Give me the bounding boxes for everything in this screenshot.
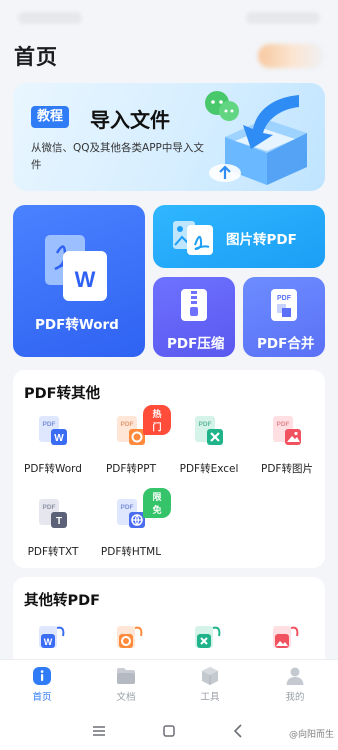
pdf-to-image-icon: PDF [273, 416, 301, 445]
zip-file-icon [181, 289, 207, 321]
user-icon [286, 667, 304, 685]
nav-label: 我的 [285, 692, 305, 703]
nav-item-home[interactable]: 首页 [17, 666, 67, 703]
banner-subtitle: 从微信、QQ及其他各类APP中导入文件 [31, 142, 204, 171]
watermark-text: @向阳而生 [288, 730, 334, 740]
home-square-icon[interactable] [159, 721, 179, 741]
image-to-pdf-card[interactable]: 图片转PDF [153, 205, 325, 268]
image-to-pdf-card-icon [173, 221, 213, 255]
nav-label: 工具 [200, 692, 220, 703]
svg-text:PDF: PDF [121, 421, 134, 428]
banner-title: 导入文件 [90, 108, 170, 132]
svg-text:PDF: PDF [121, 504, 134, 511]
pdf-compress-card-label: PDF压缩 [167, 336, 225, 352]
nav-label: 首页 [32, 692, 52, 703]
svg-text:PDF: PDF [199, 421, 212, 428]
tool-label: PDF转图片 [261, 463, 313, 475]
pdf-to-excel-icon: PDF [195, 416, 223, 445]
ppt-to-pdf-icon[interactable] [115, 622, 147, 654]
free-badge: 限免 [143, 488, 171, 518]
tool-label: PDF转PPT [105, 463, 157, 475]
menu-icon[interactable] [89, 721, 109, 741]
section-title: 其他转PDF [24, 593, 101, 609]
svg-text:W: W [54, 433, 64, 444]
status-bar-left-blur [18, 12, 82, 24]
nav-item-profile[interactable]: 我的 [270, 666, 320, 703]
svg-text:PDF: PDF [277, 421, 290, 428]
pdf-to-word-card-icon: W [45, 235, 107, 301]
pdf-merge-card-label: PDF合并 [257, 336, 315, 352]
tool-pdf-to-ppt[interactable]: PDF 热门 PDF转PPT [91, 405, 171, 476]
section-title: PDF转其他 [24, 386, 101, 402]
pdf-compress-card[interactable]: PDF压缩 [153, 277, 235, 357]
excel-to-pdf-icon[interactable] [193, 622, 225, 654]
pdf-to-word-card-label: PDF转Word [35, 317, 119, 333]
tool-pdf-to-image[interactable]: PDF PDF转图片 [247, 415, 327, 476]
word-to-pdf-icon[interactable]: W [37, 622, 69, 654]
nav-label: 文档 [116, 692, 136, 703]
avatar[interactable] [258, 44, 324, 68]
tool-label: PDF转Excel [179, 463, 239, 475]
tool-pdf-to-txt[interactable]: PDF T PDF转TXT [13, 498, 93, 559]
pdf-to-word-card[interactable]: W PDF转Word [13, 205, 145, 357]
tool-label: PDF转TXT [27, 546, 79, 558]
nav-item-documents[interactable]: 文档 [101, 666, 151, 703]
system-nav-bar: @向阳而生 [0, 711, 338, 750]
page-title: 首页 [14, 45, 58, 69]
svg-text:W: W [44, 637, 53, 647]
import-illustration-icon [205, 91, 307, 185]
svg-text:W: W [75, 267, 96, 292]
pdf-merge-icon: PDF [271, 289, 297, 321]
tool-pdf-to-excel[interactable]: PDF PDF转Excel [169, 415, 249, 476]
toolbox-icon [202, 667, 218, 685]
tool-pdf-to-word[interactable]: PDF W PDF转Word [13, 415, 93, 476]
pdf-to-txt-icon: PDF T [39, 499, 67, 528]
home-icon [33, 667, 51, 685]
pdf-merge-card[interactable]: PDF PDF合并 [243, 277, 325, 357]
pdf-to-other-section: PDF转其他 PDF W PDF转Word PDF 热门 PDF转PPT PDF… [13, 370, 325, 568]
pdf-to-word-icon: PDF W [39, 416, 67, 445]
tool-label: PDF转Word [24, 463, 82, 475]
svg-text:T: T [56, 516, 62, 527]
tool-label: PDF转HTML [100, 546, 162, 558]
back-icon[interactable] [229, 721, 249, 741]
tool-pdf-to-html[interactable]: PDF 限免 PDF转HTML [91, 488, 171, 559]
bottom-nav: 首页 文档 工具 我的 [0, 659, 338, 711]
import-file-banner[interactable]: 教程 导入文件 从微信、QQ及其他各类APP中导入文件 [13, 83, 325, 191]
image-to-pdf-icon[interactable] [271, 622, 303, 654]
status-bar-right-blur [246, 12, 320, 24]
folder-icon [117, 668, 135, 684]
image-to-pdf-card-label: 图片转PDF [226, 232, 297, 248]
nav-item-tools[interactable]: 工具 [185, 666, 235, 703]
banner-tag: 教程 [31, 106, 70, 128]
svg-text:PDF: PDF [43, 504, 56, 511]
svg-text:PDF: PDF [277, 295, 292, 302]
status-bar [0, 0, 338, 36]
hot-badge: 热门 [143, 405, 171, 435]
svg-text:PDF: PDF [43, 421, 56, 428]
